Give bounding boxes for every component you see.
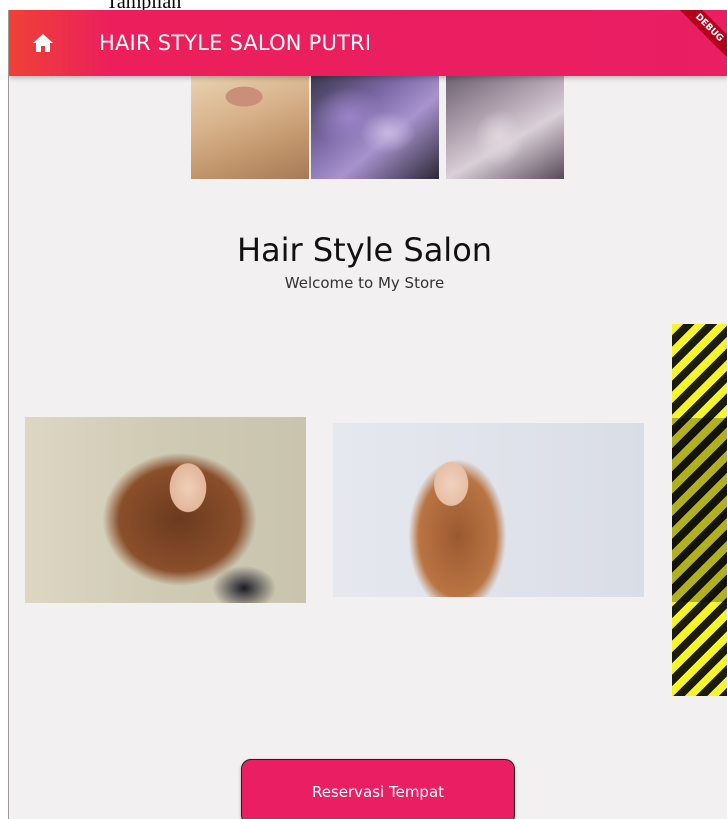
app-title: HAIR STYLE SALON PUTRI xyxy=(99,31,372,55)
debug-banner: DEBUG xyxy=(671,10,727,66)
hair-photo-silver xyxy=(446,76,564,179)
page-title: Hair Style Salon xyxy=(236,231,493,269)
home-icon xyxy=(33,34,53,52)
home-button[interactable] xyxy=(28,28,58,58)
app-screen: HAIR STYLE SALON PUTRI DEBUG Hair Style … xyxy=(8,10,727,819)
hair-photo-blonde xyxy=(191,76,309,179)
model-photo-curly-brunette xyxy=(25,417,306,603)
overflow-shadow xyxy=(672,418,727,602)
hair-photo-lavender xyxy=(311,76,439,179)
reserve-button[interactable]: Reservasi Tempat xyxy=(241,759,515,819)
model-photo-straight-auburn xyxy=(333,423,644,597)
app-bar: HAIR STYLE SALON PUTRI DEBUG xyxy=(9,10,727,76)
page-subtitle: Welcome to My Store xyxy=(284,274,445,292)
